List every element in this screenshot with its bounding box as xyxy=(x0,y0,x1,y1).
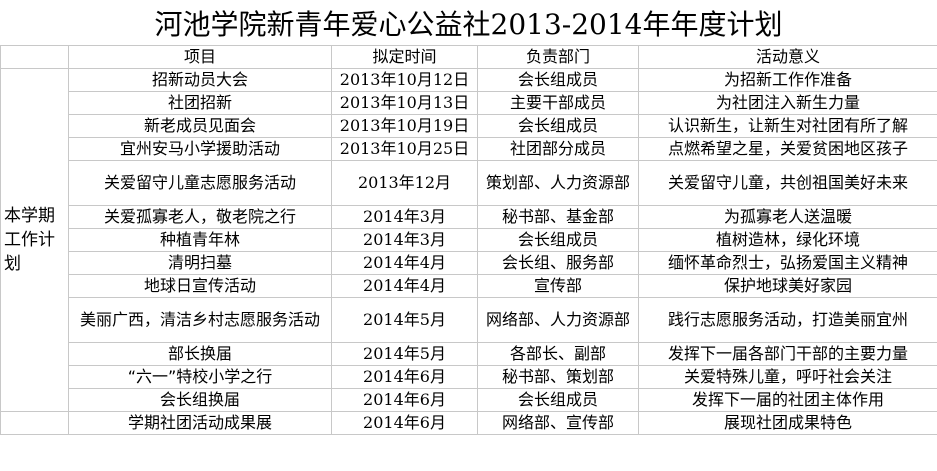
dept-cell: 网络部、人力资源部 xyxy=(477,297,639,343)
header-row: 项目 拟定时间 负责部门 活动意义 xyxy=(0,45,937,69)
header-dept: 负责部门 xyxy=(477,45,639,69)
project-cell: 关爱留守儿童志愿服务活动 xyxy=(68,160,332,206)
time-cell: 2014年5月 xyxy=(331,297,478,343)
table-row: 学期社团活动成果展 2014年6月 网络部、宣传部 展现社团成果特色 xyxy=(0,411,937,435)
table-row: 美丽广西，清洁乡村志愿服务活动 2014年5月 网络部、人力资源部 践行志愿服务活动，… xyxy=(1,297,937,343)
dept-cell: 社团部分成员 xyxy=(477,137,639,161)
table-row: 清明扫墓 2014年4月 会长组、服务部 缅怀革命烈士，弘扬爱国主义精神 xyxy=(1,251,937,275)
meaning-cell: 保护地球美好家园 xyxy=(638,274,937,298)
time-cell: 2013年12月 xyxy=(331,160,478,206)
table-row: “六一”特校小学之行 2014年6月 秘书部、策划部 关爱特殊儿童，呼吁社会关注 xyxy=(1,365,937,389)
table-row: 会长组换届 2014年6月 会长组成员 发挥下一届的社团主体作用 xyxy=(1,388,937,412)
meaning-cell: 展现社团成果特色 xyxy=(638,411,937,435)
meaning-cell: 缅怀革命烈士，弘扬爱国主义精神 xyxy=(638,251,937,275)
meaning-cell: 发挥下一届各部门干部的主要力量 xyxy=(638,342,937,366)
header-blank-cell xyxy=(0,45,69,69)
dept-cell: 会长组成员 xyxy=(477,228,639,252)
project-cell: 清明扫墓 xyxy=(68,251,332,275)
meaning-cell: 认识新生，让新生对社团有所了解 xyxy=(638,114,937,138)
header-meaning: 活动意义 xyxy=(638,45,937,69)
table-row: 关爱留守儿童志愿服务活动 2013年12月 策划部、人力资源部 关爱留守儿童，共创祖国… xyxy=(1,160,937,206)
table-row: 本学期工作计划 招新动员大会 2013年10月12日 会长组成员 为招新工作作准备 xyxy=(0,68,937,412)
time-cell: 2014年6月 xyxy=(331,388,478,412)
project-cell: 关爱孤寡老人，敬老院之行 xyxy=(68,205,332,229)
project-cell: 学期社团活动成果展 xyxy=(68,411,332,435)
project-cell: “六一”特校小学之行 xyxy=(68,365,332,389)
meaning-cell: 发挥下一届的社团主体作用 xyxy=(638,388,937,412)
time-cell: 2014年4月 xyxy=(331,274,478,298)
header-project: 项目 xyxy=(68,45,332,69)
time-cell: 2013年10月13日 xyxy=(331,91,478,115)
table-row: 社团招新 2013年10月13日 主要干部成员 为社团注入新生力量 xyxy=(1,91,937,115)
project-cell: 种植青年林 xyxy=(68,228,332,252)
time-cell: 2014年3月 xyxy=(331,205,478,229)
meaning-cell: 为招新工作作准备 xyxy=(638,68,937,92)
meaning-cell: 为社团注入新生力量 xyxy=(638,91,937,115)
time-cell: 2014年6月 xyxy=(331,365,478,389)
project-cell: 会长组换届 xyxy=(68,388,332,412)
project-cell: 美丽广西，清洁乡村志愿服务活动 xyxy=(68,297,332,343)
project-cell: 招新动员大会 xyxy=(68,68,332,92)
header-time: 拟定时间 xyxy=(331,45,478,69)
time-cell: 2014年4月 xyxy=(331,251,478,275)
project-cell: 宜州安马小学援助活动 xyxy=(68,137,332,161)
dept-cell: 会长组成员 xyxy=(477,388,639,412)
project-cell: 社团招新 xyxy=(68,91,332,115)
table-row: 地球日宣传活动 2014年4月 宣传部 保护地球美好家园 xyxy=(1,274,937,298)
dept-cell: 秘书部、策划部 xyxy=(477,365,639,389)
meaning-cell: 关爱特殊儿童，呼吁社会关注 xyxy=(638,365,937,389)
dept-cell: 秘书部、基金部 xyxy=(477,205,639,229)
table-row: 关爱孤寡老人，敬老院之行 2014年3月 秘书部、基金部 为孤寡老人送温暖 xyxy=(1,205,937,229)
dept-cell: 网络部、宣传部 xyxy=(477,411,639,435)
table-row: 部长换届 2014年5月 各部长、副部 发挥下一届各部门干部的主要力量 xyxy=(1,342,937,366)
time-cell: 2014年5月 xyxy=(331,342,478,366)
time-cell: 2013年10月12日 xyxy=(331,68,478,92)
time-cell: 2013年10月19日 xyxy=(331,114,478,138)
meaning-cell: 关爱留守儿童，共创祖国美好未来 xyxy=(638,160,937,206)
plan-table: 项目 拟定时间 负责部门 活动意义 本学期工作计划 招新动员大会 2013年10月1… xyxy=(0,45,937,435)
table-row: 新老成员见面会 2013年10月19日 会长组成员 认识新生，让新生对社团有所了解 xyxy=(1,114,937,138)
meaning-cell: 点燃希望之星，关爱贫困地区孩子 xyxy=(638,137,937,161)
project-cell: 地球日宣传活动 xyxy=(68,274,332,298)
dept-cell: 会长组、服务部 xyxy=(477,251,639,275)
dept-cell: 各部长、副部 xyxy=(477,342,639,366)
meaning-cell: 践行志愿服务活动，打造美丽宜州 xyxy=(638,297,937,343)
dept-cell: 宣传部 xyxy=(477,274,639,298)
side-label: 本学期工作计划 xyxy=(0,68,69,412)
table-row: 种植青年林 2014年3月 会长组成员 植树造林，绿化环境 xyxy=(1,228,937,252)
project-cell: 新老成员见面会 xyxy=(68,114,332,138)
time-cell: 2014年6月 xyxy=(331,411,478,435)
dept-cell: 会长组成员 xyxy=(477,68,639,92)
project-cell: 部长换届 xyxy=(68,342,332,366)
dept-cell: 策划部、人力资源部 xyxy=(477,160,639,206)
side-blank-cell xyxy=(0,411,69,435)
meaning-cell: 植树造林，绿化环境 xyxy=(638,228,937,252)
time-cell: 2014年3月 xyxy=(331,228,478,252)
page-title: 河池学院新青年爱心公益社2013-2014年年度计划 xyxy=(154,7,783,41)
meaning-cell: 为孤寡老人送温暖 xyxy=(638,205,937,229)
time-cell: 2013年10月25日 xyxy=(331,137,478,161)
dept-cell: 会长组成员 xyxy=(477,114,639,138)
dept-cell: 主要干部成员 xyxy=(477,91,639,115)
table-row: 宜州安马小学援助活动 2013年10月25日 社团部分成员 点燃希望之星，关爱贫困地区… xyxy=(1,137,937,161)
